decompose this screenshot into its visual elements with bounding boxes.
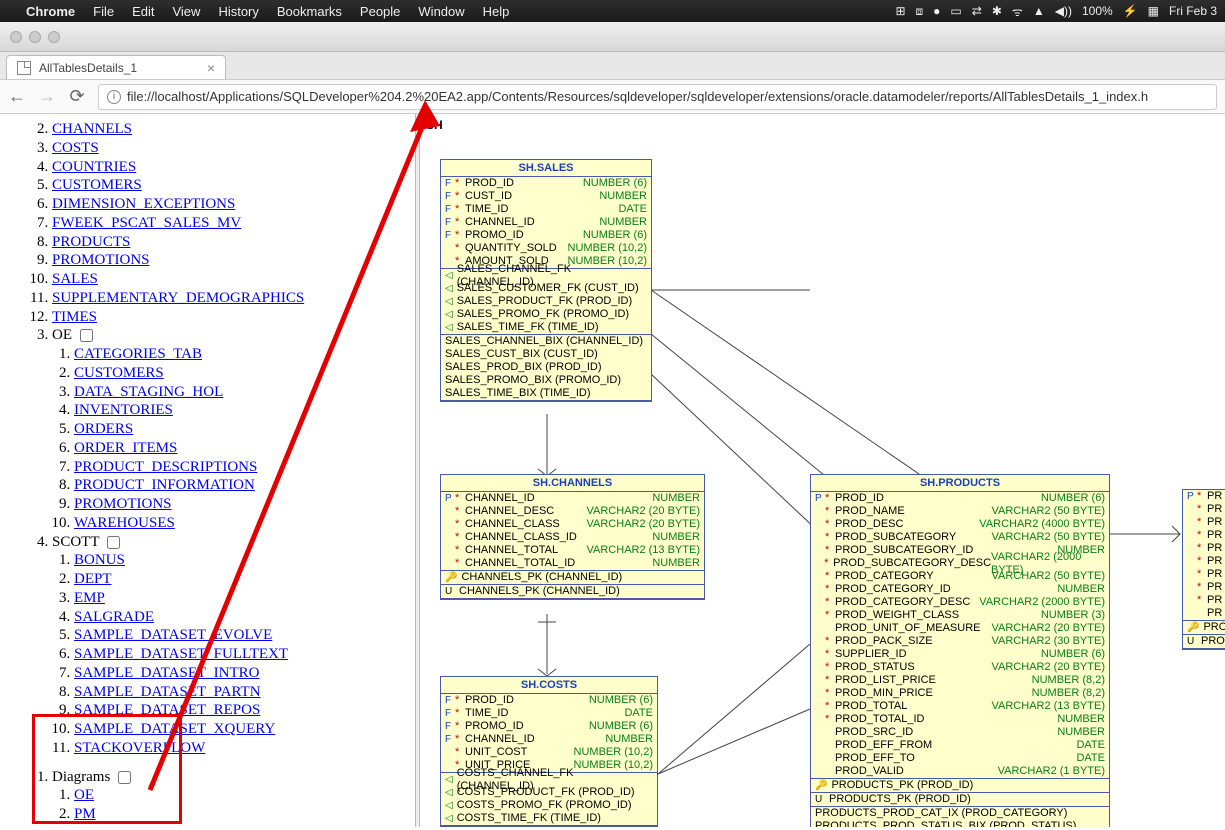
pk-row: 🔑PRODUCTS_PK (PROD_ID) bbox=[811, 779, 1109, 792]
column-row: *PROD_MIN_PRICENUMBER (8,2) bbox=[811, 687, 1109, 700]
volume-icon[interactable]: ◀)) bbox=[1055, 4, 1072, 18]
battery-percent: 100% bbox=[1082, 4, 1113, 18]
menubar-right: ⊞ ⧈ ● ▭ ⇄ ✱ ᯤ ▲ ◀)) 100% ⚡ ▦ Fri Feb 3 bbox=[895, 3, 1217, 20]
pk-row: 🔑PRO bbox=[1183, 621, 1225, 634]
column-row: *PROD_PACK_SIZEVARCHAR2 (30 BYTE) bbox=[811, 635, 1109, 648]
battery-icon[interactable]: ⚡ bbox=[1123, 4, 1138, 18]
wifi-icon[interactable]: ᯤ bbox=[1012, 3, 1023, 20]
status-icon[interactable]: ⊞ bbox=[895, 4, 905, 18]
column-row: *PROD_CATEGORY_DESCVARCHAR2 (2000 BYTE) bbox=[811, 596, 1109, 609]
column-row: *PROD_SUBCATEGORY_DESCVARCHAR2 (2000 BYT… bbox=[811, 557, 1109, 570]
column-row: *PROD_WEIGHT_CLASSNUMBER (3) bbox=[811, 609, 1109, 622]
column-row: PROD_UNIT_OF_MEASUREVARCHAR2 (20 BYTE) bbox=[811, 622, 1109, 635]
column-row: *PROD_TOTALVARCHAR2 (13 BYTE) bbox=[811, 700, 1109, 713]
column-row: PROD_EFF_TODATE bbox=[811, 752, 1109, 765]
column-row: *PROD_LIST_PRICENUMBER (8,2) bbox=[811, 674, 1109, 687]
entity-products[interactable]: SH.PRODUCTSP*PROD_IDNUMBER (6)*PROD_NAME… bbox=[810, 474, 1110, 827]
column-row: *SUPPLIER_IDNUMBER (6) bbox=[811, 648, 1109, 661]
column-row: PROD_VALIDVARCHAR2 (1 BYTE) bbox=[811, 765, 1109, 778]
er-diagram[interactable]: SH SH.SALESF*PROD_IDNUMBER (6)F*CUST_IDN… bbox=[420, 114, 1225, 827]
column-row: *PR bbox=[1183, 529, 1225, 542]
column-row: *PR bbox=[1183, 555, 1225, 568]
idx-row: PRODUCTS_PROD_STATUS_BIX (PROD_STATUS) bbox=[811, 820, 1109, 827]
status-icon[interactable]: ✱ bbox=[992, 4, 1002, 18]
status-icon[interactable]: ▲ bbox=[1033, 4, 1045, 18]
status-icon[interactable]: ▭ bbox=[950, 4, 961, 18]
column-row: PROD_SRC_IDNUMBER bbox=[811, 726, 1109, 739]
dropbox-icon[interactable]: ⧈ bbox=[916, 4, 924, 19]
entity-cut[interactable]: P*PR*PR*PR*PR*PR*PR*PR*PR*PRPR🔑PROUPRO bbox=[1182, 489, 1225, 650]
uk-row: UPRO bbox=[1183, 635, 1225, 648]
annotation-arrow bbox=[0, 0, 500, 830]
status-icon[interactable]: ⇄ bbox=[972, 4, 982, 18]
column-row: PR bbox=[1183, 607, 1225, 620]
column-row: *PROD_CATEGORY_IDNUMBER bbox=[811, 583, 1109, 596]
column-row: *PROD_DESCVARCHAR2 (4000 BYTE) bbox=[811, 518, 1109, 531]
column-row: *PR bbox=[1183, 581, 1225, 594]
entity-name: SH.PRODUCTS bbox=[811, 475, 1109, 492]
column-row: *PROD_STATUSVARCHAR2 (20 BYTE) bbox=[811, 661, 1109, 674]
column-row: *PROD_NAMEVARCHAR2 (50 BYTE) bbox=[811, 505, 1109, 518]
column-row: *PR bbox=[1183, 568, 1225, 581]
column-row: P*PROD_IDNUMBER (6) bbox=[811, 492, 1109, 505]
status-icon[interactable]: ▦ bbox=[1148, 4, 1159, 18]
column-row: *PROD_CATEGORYVARCHAR2 (50 BYTE) bbox=[811, 570, 1109, 583]
column-row: P*PR bbox=[1183, 490, 1225, 503]
status-icon[interactable]: ● bbox=[933, 4, 940, 18]
column-row: *PR bbox=[1183, 516, 1225, 529]
column-row: PROD_EFF_FROMDATE bbox=[811, 739, 1109, 752]
column-row: *PROD_SUBCATEGORYVARCHAR2 (50 BYTE) bbox=[811, 531, 1109, 544]
column-row: *PR bbox=[1183, 503, 1225, 516]
column-row: *PR bbox=[1183, 594, 1225, 607]
column-row: *PR bbox=[1183, 542, 1225, 555]
clock[interactable]: Fri Feb 3 bbox=[1169, 4, 1217, 18]
column-row: *PROD_TOTAL_IDNUMBER bbox=[811, 713, 1109, 726]
idx-row: PRODUCTS_PROD_CAT_IX (PROD_CATEGORY) bbox=[811, 807, 1109, 820]
uk-row: UPRODUCTS_PK (PROD_ID) bbox=[811, 793, 1109, 806]
